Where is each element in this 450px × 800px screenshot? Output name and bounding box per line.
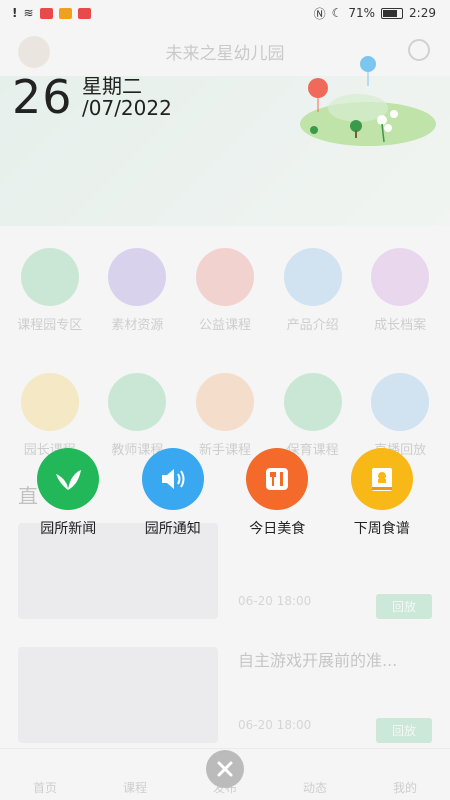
alert-icon: ! [12, 6, 18, 20]
menu-label: 园所通知 [144, 521, 201, 537]
battery-icon [381, 7, 404, 19]
utensils-icon [246, 448, 309, 510]
recipe-book-icon [350, 448, 413, 510]
menu-item-campus-notice[interactable]: 园所通知 [125, 448, 221, 538]
menu-item-campus-news[interactable]: 园所新闻 [20, 448, 116, 538]
menu-label: 今日美食 [249, 521, 306, 537]
clock-time: 2:29 [409, 6, 436, 20]
speaker-icon [141, 448, 204, 510]
date-month-year: /07/2022 [82, 96, 172, 120]
status-bar: ! ≋ Ⓝ ☾ 71% 2:29 [0, 0, 450, 26]
scenery-illustration [300, 56, 436, 146]
status-left: ! ≋ [12, 6, 91, 20]
close-icon [217, 761, 233, 777]
menu-label: 园所新闻 [40, 521, 97, 537]
wifi-icon: ≋ [23, 6, 34, 20]
battery-percent: 71% [348, 6, 376, 20]
status-right: Ⓝ ☾ 71% 2:29 [314, 5, 436, 22]
nfc-icon: Ⓝ [313, 6, 326, 21]
date-weekday: 星期二 [82, 74, 142, 98]
leaf-icon [37, 448, 100, 510]
date-day: 26 [12, 70, 73, 124]
moon-icon: ☾ [331, 6, 343, 20]
publish-menu: 园所新闻 园所通知 今日美食 下周食谱 [0, 448, 450, 538]
close-button[interactable] [206, 750, 244, 788]
menu-item-today-food[interactable]: 今日美食 [229, 448, 325, 538]
menu-label: 下周食谱 [353, 521, 410, 537]
app-notification-icon [39, 7, 53, 19]
publish-overlay: 26 星期二 /07/2022 园所新闻 园所通知 今日美食 下周食谱 [0, 26, 450, 800]
video-app-icon [58, 7, 72, 19]
menu-item-next-week-recipe[interactable]: 下周食谱 [334, 448, 430, 538]
message-app-icon [77, 7, 91, 19]
